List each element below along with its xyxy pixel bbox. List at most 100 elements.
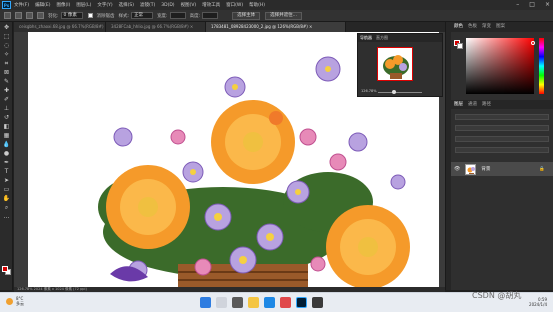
tab-channels[interactable]: 通道 bbox=[468, 100, 477, 109]
type-tool-icon[interactable]: T bbox=[3, 168, 11, 175]
menu-help[interactable]: 帮助(H) bbox=[249, 2, 265, 8]
layer-row-background[interactable]: 👁 背景 🔒 bbox=[451, 162, 553, 176]
navigator-preview-image bbox=[383, 55, 409, 79]
weather-description: 多云 bbox=[16, 301, 24, 306]
tools-panel: ✥ ⬚ ◌ ✧ ⌗ ⊠ ✎ ✚ ✐ ⊥ ↺ ◧ ▦ 💧 ● ✒ T ➤ ▭ ✋ … bbox=[0, 22, 13, 290]
menu-edit[interactable]: 编辑(E) bbox=[35, 2, 50, 8]
tab-navigator[interactable]: 导航器 bbox=[360, 34, 372, 42]
search-icon[interactable] bbox=[216, 297, 227, 308]
pen-tool-icon[interactable]: ✒ bbox=[3, 159, 11, 166]
zoom-tool-icon[interactable]: ⌕ bbox=[3, 204, 11, 211]
navigator-zoom-value[interactable]: 126.78% bbox=[361, 89, 377, 93]
photoshop-logo: Ps bbox=[2, 1, 11, 9]
taskbar-apps bbox=[200, 297, 323, 308]
tab-document-2[interactable]: 3428FCab_hhlio.jpg @ 66.7%(RGB/8#) × bbox=[106, 22, 206, 32]
magic-wand-tool-icon[interactable]: ✧ bbox=[3, 51, 11, 58]
navigator-zoom-knob[interactable] bbox=[392, 90, 396, 94]
new-selection-icon[interactable] bbox=[15, 12, 22, 19]
select-and-mask-button[interactable]: 选择并遮住... bbox=[265, 11, 302, 20]
menu-select[interactable]: 选择(S) bbox=[119, 2, 134, 8]
blur-tool-icon[interactable]: 💧 bbox=[3, 141, 11, 148]
options-bar: 羽化: 0 像素 消除锯齿 样式: 正常 宽度: 高度: 选择主体 选择并遮住.… bbox=[0, 10, 553, 22]
visibility-eye-icon[interactable]: 👁 bbox=[454, 166, 460, 172]
menu-window[interactable]: 窗口(W) bbox=[226, 2, 243, 8]
blend-mode-select[interactable] bbox=[455, 125, 549, 131]
tab-swatches[interactable]: 色板 bbox=[468, 22, 477, 32]
tab-document-3[interactable]: 1783481_08928423000_2.jpg @ 126%(RGB/8#)… bbox=[206, 22, 346, 32]
width-input[interactable] bbox=[169, 12, 186, 19]
frame-tool-icon[interactable]: ⊠ bbox=[3, 69, 11, 76]
healing-brush-tool-icon[interactable]: ✚ bbox=[3, 87, 11, 94]
windows-taskbar: 8°C 多云 0:59 2024/1/4 bbox=[0, 292, 553, 312]
marquee-tool-icon[interactable]: ⬚ bbox=[3, 33, 11, 40]
eyedropper-tool-icon[interactable]: ✎ bbox=[3, 78, 11, 85]
crop-tool-icon[interactable]: ⌗ bbox=[3, 60, 11, 67]
lock-icon: 🔒 bbox=[539, 166, 545, 172]
watermark: CSDN @胡丸 bbox=[472, 291, 522, 300]
close-icon[interactable]: × bbox=[545, 1, 550, 8]
rectangle-tool-icon[interactable]: ▭ bbox=[3, 186, 11, 193]
weather-widget[interactable]: 8°C 多云 bbox=[6, 296, 24, 306]
weather-icon bbox=[6, 297, 13, 305]
move-tool-icon[interactable]: ✥ bbox=[3, 24, 11, 31]
layer-filter-bar[interactable] bbox=[455, 114, 549, 120]
subtract-selection-icon[interactable] bbox=[37, 12, 44, 19]
style-select[interactable]: 正常 bbox=[131, 12, 154, 19]
navigator-panel: 导航器 直方图 126.78% bbox=[357, 33, 443, 97]
menu-bar: Ps 文件(F) 编辑(E) 图像(I) 图层(L) 文字(Y) 选择(S) 滤… bbox=[0, 0, 553, 10]
menu-type[interactable]: 文字(Y) bbox=[97, 2, 112, 8]
app-icon-2[interactable] bbox=[312, 297, 323, 308]
history-brush-tool-icon[interactable]: ↺ bbox=[3, 114, 11, 121]
select-subject-button[interactable]: 选择主体 bbox=[232, 11, 261, 20]
tab-document-1[interactable]: ceisgbhs_zhaoxi.68.jpg @ 66.7%(RGB/8#) × bbox=[14, 22, 106, 32]
minimize-icon[interactable]: – bbox=[516, 1, 519, 8]
tab-patterns[interactable]: 图案 bbox=[496, 22, 505, 32]
dodge-tool-icon[interactable]: ● bbox=[3, 150, 11, 157]
tab-color[interactable]: 颜色 bbox=[454, 22, 463, 32]
color-picker-marker[interactable] bbox=[531, 41, 535, 45]
menu-plugins[interactable]: 增效工具 bbox=[202, 2, 220, 8]
stamp-tool-icon[interactable]: ⊥ bbox=[3, 105, 11, 112]
tab-histogram[interactable]: 直方图 bbox=[376, 34, 388, 42]
app-icon[interactable] bbox=[280, 297, 291, 308]
menu-view[interactable]: 视图(V) bbox=[181, 2, 197, 8]
edge-browser-icon[interactable] bbox=[264, 297, 275, 308]
foreground-color-swatch[interactable] bbox=[2, 266, 8, 272]
menu-file[interactable]: 文件(F) bbox=[14, 2, 29, 8]
eraser-tool-icon[interactable]: ◧ bbox=[3, 123, 11, 130]
lock-controls[interactable] bbox=[455, 147, 549, 153]
height-input[interactable] bbox=[202, 12, 219, 19]
color-panel-background-swatch[interactable] bbox=[457, 43, 463, 49]
add-selection-icon[interactable] bbox=[26, 12, 33, 19]
antialias-checkbox[interactable] bbox=[87, 13, 93, 18]
feather-input[interactable]: 0 像素 bbox=[60, 12, 83, 19]
menu-filter[interactable]: 滤镜(T) bbox=[140, 2, 155, 8]
maximize-icon[interactable]: □ bbox=[529, 1, 535, 8]
start-icon[interactable] bbox=[200, 297, 211, 308]
navigator-zoom-slider[interactable] bbox=[378, 92, 422, 93]
menu-image[interactable]: 图像(I) bbox=[56, 2, 70, 8]
hand-tool-icon[interactable]: ✋ bbox=[3, 195, 11, 202]
photoshop-taskbar-icon[interactable] bbox=[296, 297, 307, 308]
dahlia-orange-top bbox=[211, 100, 295, 184]
gradient-tool-icon[interactable]: ▦ bbox=[3, 132, 11, 139]
right-panels: 颜色 色板 渐变 图案 图层 通道 路径 👁 背景 🔒 bbox=[451, 22, 553, 290]
more-tools-icon[interactable]: … bbox=[3, 213, 11, 220]
tab-layers[interactable]: 图层 bbox=[454, 100, 463, 109]
layer-name[interactable]: 背景 bbox=[481, 166, 490, 172]
brush-tool-icon[interactable]: ✐ bbox=[3, 96, 11, 103]
menu-3d[interactable]: 3D(D) bbox=[161, 3, 174, 8]
system-tray-clock[interactable]: 0:59 2024/1/4 bbox=[529, 297, 547, 307]
task-view-icon[interactable] bbox=[232, 297, 243, 308]
navigator-thumbnail[interactable] bbox=[377, 47, 413, 81]
lasso-tool-icon[interactable]: ◌ bbox=[3, 42, 11, 49]
color-picker-field[interactable] bbox=[466, 38, 534, 94]
menu-layer[interactable]: 图层(L) bbox=[76, 2, 91, 8]
file-explorer-icon[interactable] bbox=[248, 297, 259, 308]
hue-slider[interactable] bbox=[539, 38, 544, 94]
marquee-tool-preset-icon[interactable] bbox=[4, 12, 11, 19]
opacity-control[interactable] bbox=[455, 136, 549, 142]
tab-gradients[interactable]: 渐变 bbox=[482, 22, 491, 32]
path-selection-tool-icon[interactable]: ➤ bbox=[3, 177, 11, 184]
tab-paths[interactable]: 路径 bbox=[482, 100, 491, 109]
